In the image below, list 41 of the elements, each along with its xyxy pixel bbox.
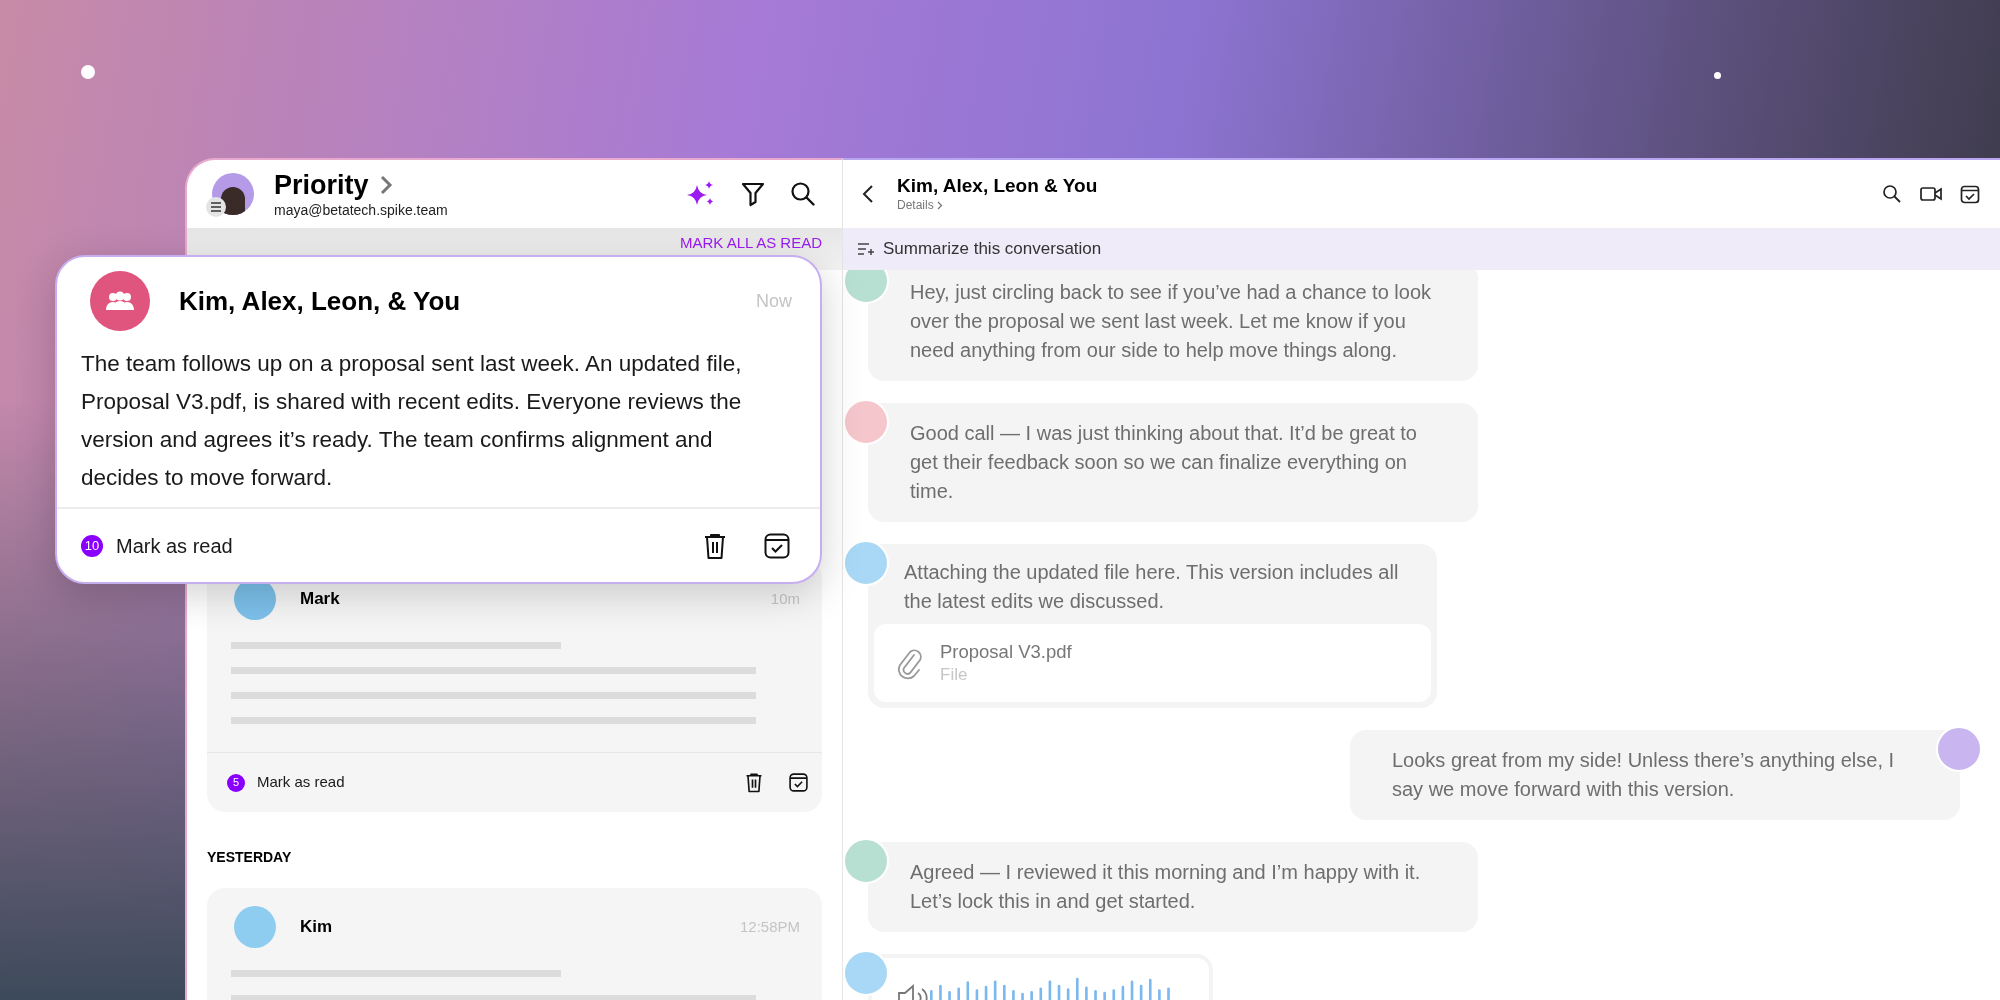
chevron-right-icon[interactable]	[378, 174, 393, 196]
trash-icon[interactable]	[703, 531, 727, 560]
notification-time: Now	[756, 289, 792, 313]
calendar-check-icon[interactable]	[789, 773, 808, 792]
summarize-bar[interactable]: Summarize this conversation	[843, 228, 2000, 270]
file-type: File	[940, 664, 969, 686]
inbox-title[interactable]: Priority	[274, 169, 369, 201]
chevron-right-icon[interactable]	[936, 200, 943, 210]
message-text: Looks great from my side! Unless there’s anything else, I say we move forward with this version.	[1392, 748, 1896, 802]
menu-icon[interactable]	[206, 197, 226, 217]
calendar-check-icon[interactable]	[764, 532, 790, 559]
message-text: Hey, just circling back to see if you’ve had a chance to look over the proposal we sent last week. Let me know if you need anything from our side to help move things along.	[910, 280, 1432, 363]
file-attachment[interactable]: Proposal V3.pdf File	[874, 624, 1431, 702]
section-heading: YESTERDAY	[207, 848, 293, 866]
conversation-title: Kim, Alex, Leon & You	[897, 175, 1098, 197]
sender-name: Kim	[300, 916, 333, 939]
filter-icon[interactable]	[740, 181, 766, 207]
details-link[interactable]: Details	[897, 197, 934, 213]
message-text: Attaching the updated file here. This version includes all the latest edits we discussed.	[903, 560, 1400, 614]
paperclip-icon	[896, 646, 922, 680]
sender-name: Mark	[300, 588, 340, 611]
back-icon[interactable]	[861, 183, 875, 205]
unread-count-badge: 10	[81, 534, 103, 557]
people-icon	[104, 291, 136, 311]
video-camera-icon[interactable]	[1920, 185, 1942, 203]
notification-summary: The team follows up on a proposal sent last week. An updated file, Proposal V3.pdf, is shared with recent edits. Everyone reviews the version and agrees it’s ready. The team confirms alignment and decides to move forward.	[80, 350, 743, 492]
notification-card[interactable]	[55, 255, 822, 584]
search-icon[interactable]	[790, 181, 816, 207]
message-text: Good call — I was just thinking about that. It’d be great to get their feedback soon so we can finalize everything on time.	[910, 421, 1418, 504]
mark-as-read-button[interactable]: Mark as read	[257, 771, 345, 794]
account-email: maya@betatech.spike.team	[274, 201, 448, 219]
file-name: Proposal V3.pdf	[940, 640, 1072, 664]
trash-icon[interactable]	[745, 772, 763, 793]
calendar-check-icon[interactable]	[1960, 184, 1980, 204]
summarize-icon	[857, 242, 875, 256]
message-text: Agreed — I reviewed it this morning and I’m happy with it. Let’s lock this in and get started.	[910, 860, 1422, 914]
mark-all-read-link[interactable]: MARK ALL AS READ	[680, 232, 822, 255]
unread-count-badge: 5	[227, 773, 245, 792]
mark-as-read-button[interactable]: Mark as read	[116, 530, 233, 561]
search-icon[interactable]	[1882, 184, 1902, 204]
notification-title: Kim, Alex, Leon, & You	[179, 284, 461, 318]
